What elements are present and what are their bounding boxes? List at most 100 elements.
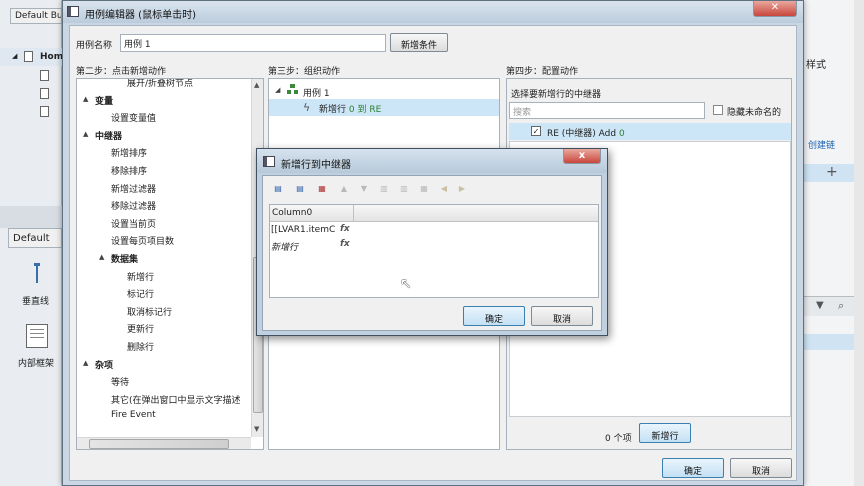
subdialog-title: 新增行到中继器 [281,160,351,171]
case-name-label: 用例名称 [76,41,113,51]
tree-hscrollbar[interactable] [77,437,251,449]
vertical-line-icon-cap [34,263,40,266]
page-icon [24,51,33,62]
subdialog-cancel-button[interactable]: 取消 [531,306,593,326]
grid-cell-value[interactable]: 新增行 [271,240,298,253]
collapse-icon[interactable]: ▲ [99,253,104,261]
row-grid: Column0 [[LVAR1.itemC fx 新增行 fx [269,204,599,298]
function-icon[interactable]: fx [340,239,350,249]
page-icon [40,70,49,81]
action-tree-item[interactable]: 设置每页项目数 [111,234,174,247]
action-tree-item[interactable]: 删除行 [127,340,154,353]
ok-button[interactable]: 确定 [662,458,724,478]
function-icon[interactable]: fx [340,224,350,234]
add-row-dialog: 新增行到中继器 x ▤ ▤ ▦ ▲ ▼ ▥ ▥ ▦ ◀ ▶ Column0 [[… [256,148,608,336]
bg-create-link[interactable]: 创建链 [808,138,835,151]
scroll-up-icon[interactable]: ▲ [254,81,259,89]
case-name-input[interactable]: 用例 1 [120,34,386,52]
repeater-item-row[interactable]: ✓ RE (中继器) Add 0 [509,123,791,140]
action-tree-item[interactable]: 移除过滤器 [111,199,156,212]
action-detail: 0 到 RE [348,105,382,115]
bg-divider [0,206,62,228]
bg-vline-label[interactable]: 垂直线 [22,294,49,307]
move-up-icon: ▲ [340,184,348,193]
action-tree-item[interactable]: 展开/折叠树节点 [127,79,193,89]
case-tree-icon [287,84,298,95]
cancel-button[interactable]: 取消 [730,458,792,478]
case-node[interactable]: 用例 1 [303,86,330,99]
action-tree-item[interactable]: 设置变量值 [111,111,156,124]
bg-left-panel: Default Butt ◢ Hom Default 垂直线 内部框架 [0,0,64,486]
collapse-icon[interactable]: ▲ [83,359,88,367]
app-icon [67,6,79,17]
subdialog-ok-button[interactable]: 确定 [463,306,525,326]
action-tree-item[interactable]: 杂项 [95,358,113,371]
bg-tab-default[interactable]: Default [8,228,62,248]
bg-scrollbar[interactable] [854,0,864,486]
search-icon[interactable]: ⌕ [838,299,844,313]
action-tree-item[interactable]: 移除排序 [111,164,147,177]
move-down-icon: ▼ [360,184,368,193]
bg-style-label[interactable]: 样式 [806,56,826,71]
scroll-down-icon[interactable]: ▼ [254,425,259,433]
collapse-icon[interactable]: ◢ [275,86,280,94]
dialog-title-bar[interactable]: 用例编辑器 (鼠标单击时) ✕ [63,1,803,23]
action-tree-item[interactable]: 标记行 [127,287,154,300]
action-tree-item[interactable]: 新增排序 [111,146,147,159]
action-tree-panel: 展开/折叠树节点变量 ▲ 设置变量值中继器 ▲ 新增排序移除排序新增过滤器移除过滤器设置… [76,78,264,450]
hide-unnamed-label: 隐藏未命名的 [727,108,782,118]
insert-row-below-icon[interactable]: ▤ [293,184,307,194]
action-tree-item[interactable]: 中继器 [95,129,122,142]
bg-home-row[interactable]: ◢ Hom [0,48,64,66]
collapse-icon[interactable]: ▲ [83,130,88,138]
close-icon[interactable]: x [563,149,601,164]
items-count-label: 0 个项 [605,434,632,444]
action-tree-item[interactable]: 更新行 [127,322,154,335]
grid-cell-value[interactable]: [[LVAR1.itemC [271,225,335,235]
add-row-button[interactable]: 新增行 [639,423,691,443]
grid-header: Column0 [270,205,598,222]
action-tree-item[interactable]: 取消标记行 [127,305,172,318]
repeater-item-count: 0 [618,129,625,139]
bg-right-panel: 样式 创建链 + ▼ ⌕ [800,0,864,486]
grid-row[interactable]: [[LVAR1.itemC fx [270,223,354,238]
action-name: 新增行 [319,105,349,115]
action-node-selected[interactable]: ϟ 新增行 0 到 RE [269,99,499,116]
grid-row[interactable]: 新增行 fx [270,238,354,253]
add-condition-button[interactable]: 新增条件 [390,33,448,52]
insert-row-above-icon[interactable]: ▤ [271,184,285,194]
action-tree-item[interactable]: Fire Event [111,410,156,420]
action-tree-item[interactable]: 新增行 [127,270,154,283]
page-icon [40,106,49,117]
app-icon [263,156,275,167]
action-tree-item[interactable]: 新增过滤器 [111,182,156,195]
bg-tab-default-button[interactable]: Default Butt [10,8,62,24]
insert-column-right-icon: ▥ [400,184,408,193]
repeater-checkbox[interactable]: ✓ [531,126,541,136]
action-tree-item[interactable]: 等待 [111,375,129,388]
select-repeater-label: 选择要新增行的中继器 [511,90,602,100]
tree-hscroll-thumb[interactable] [89,439,229,449]
bg-home-label: Hom [40,52,64,62]
subdialog-title-bar[interactable]: 新增行到中继器 x [257,149,607,173]
column-header: Column0 [272,208,313,218]
hide-unnamed-checkbox[interactable] [713,105,723,115]
add-icon[interactable]: + [826,164,838,180]
collapse-icon[interactable]: ▲ [83,95,88,103]
repeater-search-input[interactable]: 搜索 [509,102,705,119]
action-tree-item[interactable]: 其它(在弹出窗口中显示文字描述 [111,393,241,406]
close-button[interactable]: ✕ [753,1,797,17]
step3-title: 第三步：组织动作 [268,67,341,77]
page-icon [40,88,49,99]
step4-title: 第四步：配置动作 [506,67,579,77]
bg-inner-frame-label[interactable]: 内部框架 [18,356,54,369]
step2-title: 第二步：点击新增动作 [76,67,167,77]
filter-icon[interactable]: ▼ [816,300,824,311]
repeater-item-name: RE (中继器) Add [547,129,619,139]
action-tree-item[interactable]: 设置当前页 [111,217,156,230]
action-tree-item[interactable]: 变量 [95,94,113,107]
move-right-icon: ▶ [458,184,466,193]
delete-column-icon: ▦ [420,184,428,193]
action-tree-item[interactable]: 数据集 [111,252,138,265]
delete-row-icon[interactable]: ▦ [315,184,329,194]
